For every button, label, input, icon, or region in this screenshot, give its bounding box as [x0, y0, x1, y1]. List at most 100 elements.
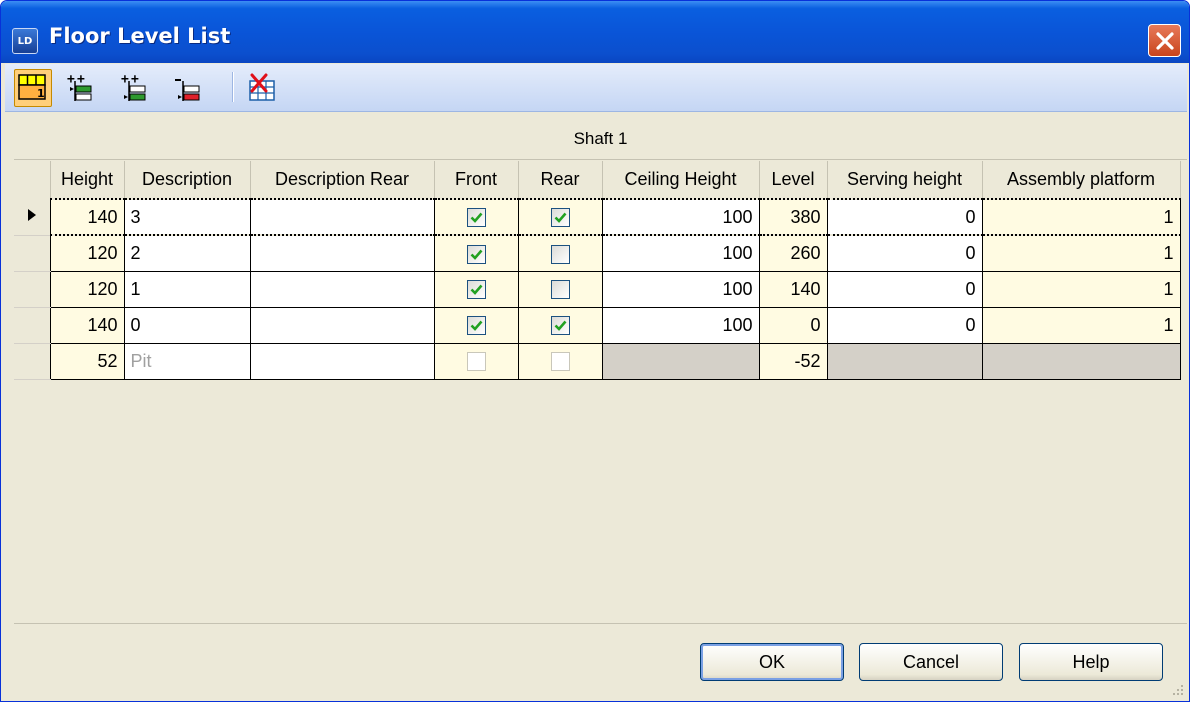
- table-row[interactable]: 120 1 100 140 0 1: [14, 270, 1181, 308]
- cell-rear[interactable]: [517, 270, 603, 308]
- cell-ceiling-height[interactable]: 100: [601, 270, 760, 308]
- rear-checkbox[interactable]: [550, 244, 570, 264]
- checkmark-icon: [470, 284, 482, 296]
- cell-description[interactable]: Pit: [123, 342, 251, 380]
- front-checkbox[interactable]: [466, 316, 486, 336]
- toolbar-separator: [232, 72, 234, 102]
- grid-header-row: Height Description Description Rear Fron…: [14, 161, 1181, 199]
- svg-text:+: +: [131, 72, 139, 87]
- floor-level-list-dialog: LD Floor Level List 1 + + + + Shaft 1 He…: [0, 0, 1190, 702]
- close-button[interactable]: [1148, 24, 1181, 57]
- row-header[interactable]: [14, 235, 50, 272]
- cell-serving-height[interactable]: 0: [826, 270, 983, 308]
- front-checkbox[interactable]: [466, 280, 486, 300]
- resize-grip-icon[interactable]: [1169, 681, 1185, 697]
- column-header-description-rear[interactable]: Description Rear: [250, 161, 435, 199]
- cell-height[interactable]: 52: [49, 342, 125, 380]
- cell-description-rear[interactable]: [249, 342, 435, 380]
- cell-description[interactable]: 3: [123, 198, 251, 236]
- cell-serving-height: [826, 342, 983, 380]
- insert-floor-above-button[interactable]: + +: [61, 69, 99, 107]
- delete-table-button[interactable]: [243, 69, 281, 107]
- svg-text:+: +: [121, 72, 129, 87]
- rear-checkbox[interactable]: [550, 316, 570, 336]
- cancel-button[interactable]: Cancel: [859, 643, 1003, 681]
- footer-divider: [14, 623, 1187, 624]
- shaft-title: Shaft 1: [14, 119, 1187, 160]
- rear-checkbox[interactable]: [550, 280, 570, 300]
- row-header[interactable]: [14, 199, 50, 236]
- insert-floor-below-icon: + +: [121, 72, 146, 101]
- cell-front[interactable]: [433, 234, 519, 272]
- cell-rear[interactable]: [517, 234, 603, 272]
- table-row[interactable]: 120 2 100 260 0 1: [14, 234, 1181, 272]
- cell-height[interactable]: 120: [49, 270, 125, 308]
- show-floors-button[interactable]: 1: [14, 69, 52, 107]
- column-header-rear[interactable]: Rear: [518, 161, 603, 199]
- svg-text:+: +: [67, 72, 75, 87]
- cell-description[interactable]: 1: [123, 270, 251, 308]
- cell-front[interactable]: [433, 270, 519, 308]
- cell-description-rear[interactable]: [249, 234, 435, 272]
- delete-floor-button[interactable]: [169, 69, 207, 107]
- cell-front[interactable]: [433, 342, 519, 380]
- rear-checkbox[interactable]: [550, 208, 570, 228]
- cell-assembly-platform[interactable]: 1: [981, 234, 1181, 272]
- cell-height[interactable]: 120: [49, 234, 125, 272]
- column-header-level[interactable]: Level: [759, 161, 828, 199]
- cell-rear[interactable]: [517, 306, 603, 344]
- checkmark-icon: [470, 249, 482, 260]
- column-header-height[interactable]: Height: [50, 161, 125, 199]
- cell-level: 380: [758, 198, 828, 236]
- front-checkbox: [466, 352, 486, 372]
- window-title: Floor Level List: [49, 24, 231, 48]
- cell-serving-height[interactable]: 0: [826, 198, 983, 236]
- checkmark-icon: [554, 212, 566, 224]
- cell-description-rear[interactable]: [249, 198, 435, 236]
- cell-ceiling-height[interactable]: 100: [601, 198, 760, 236]
- cell-assembly-platform[interactable]: 1: [981, 198, 1181, 236]
- app-icon: LD: [12, 28, 38, 54]
- column-header-serving-height[interactable]: Serving height: [827, 161, 983, 199]
- row-header-corner: [14, 161, 51, 199]
- cell-rear[interactable]: [517, 342, 603, 380]
- column-header-front[interactable]: Front: [434, 161, 519, 199]
- show-floors-icon: 1: [18, 74, 46, 100]
- column-header-assembly-platform[interactable]: Assembly platform: [982, 161, 1181, 199]
- cell-front[interactable]: [433, 198, 519, 236]
- table-row[interactable]: 140 0 100 0 0 1: [14, 306, 1181, 344]
- ok-button[interactable]: OK: [700, 643, 844, 681]
- cell-height[interactable]: 140: [49, 198, 125, 236]
- cell-description[interactable]: 0: [123, 306, 251, 344]
- cell-ceiling-height[interactable]: 100: [601, 234, 760, 272]
- cell-description-rear[interactable]: [249, 270, 435, 308]
- cell-front[interactable]: [433, 306, 519, 344]
- cell-assembly-platform[interactable]: 1: [981, 270, 1181, 308]
- cell-description[interactable]: 2: [123, 234, 251, 272]
- cell-ceiling-height[interactable]: 100: [601, 306, 760, 344]
- row-header[interactable]: [14, 271, 50, 308]
- cell-description-rear[interactable]: [249, 306, 435, 344]
- floor-level-table: Height Description Description Rear Fron…: [14, 161, 1181, 380]
- insert-floor-above-icon: + +: [67, 72, 92, 101]
- column-header-description[interactable]: Description: [124, 161, 251, 199]
- cell-serving-height[interactable]: 0: [826, 306, 983, 344]
- column-header-ceiling-height[interactable]: Ceiling Height: [602, 161, 760, 199]
- front-checkbox[interactable]: [466, 244, 486, 264]
- svg-text:+: +: [77, 72, 85, 87]
- cell-level: 0: [758, 306, 828, 344]
- table-row-pit[interactable]: 52 Pit -52: [14, 342, 1181, 380]
- title-bar[interactable]: LD Floor Level List: [1, 1, 1189, 63]
- insert-floor-below-button[interactable]: + +: [115, 69, 153, 107]
- row-header[interactable]: [14, 343, 50, 380]
- row-header[interactable]: [14, 307, 50, 344]
- cell-height[interactable]: 140: [49, 306, 125, 344]
- rear-checkbox: [550, 352, 570, 372]
- cell-rear[interactable]: [517, 198, 603, 236]
- table-row[interactable]: 140 3 100 380 0 1: [14, 198, 1181, 236]
- help-button[interactable]: Help: [1019, 643, 1163, 681]
- front-checkbox[interactable]: [466, 208, 486, 228]
- cell-serving-height[interactable]: 0: [826, 234, 983, 272]
- cell-assembly-platform[interactable]: 1: [981, 306, 1181, 344]
- delete-table-icon: [249, 73, 275, 101]
